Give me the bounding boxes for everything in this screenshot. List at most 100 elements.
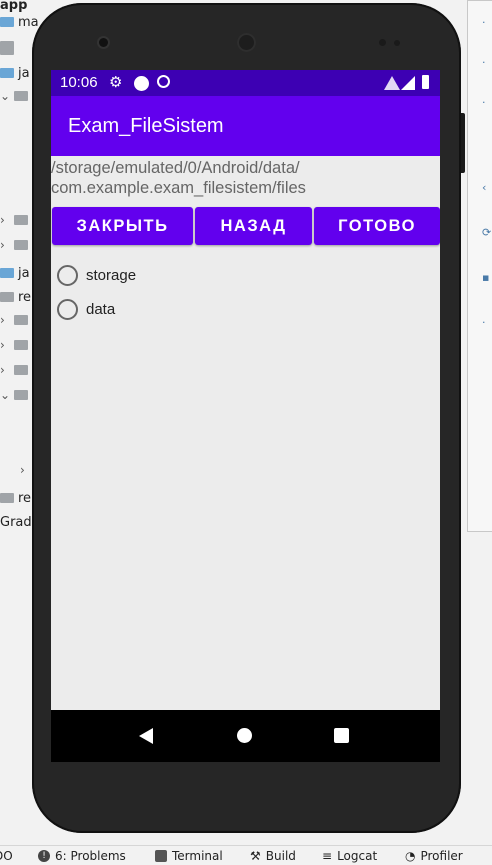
terminal-icon (155, 850, 167, 862)
chevron-right-icon[interactable]: › (20, 463, 30, 477)
chevron-down-icon[interactable]: ⌄ (0, 89, 10, 103)
ide-tool-window-bar: DO ! 6: Problems Terminal ⚒ Build ≡ Logc… (0, 845, 492, 865)
logcat-label: Logcat (337, 849, 378, 863)
folder-icon (0, 17, 14, 27)
front-camera (99, 38, 108, 47)
logcat-tab[interactable]: ≡ Logcat (322, 849, 377, 863)
tree-item-label: ma (18, 14, 39, 30)
folder-icon (14, 390, 28, 400)
folder-icon (0, 493, 14, 503)
tree-item-main[interactable]: ma (0, 12, 39, 32)
app-title: Exam_FileSistem (68, 115, 224, 137)
chevron-right-icon[interactable]: › (0, 213, 10, 227)
terminal-label: Terminal (172, 849, 223, 863)
tree-item-res2[interactable]: re (0, 488, 31, 508)
tree-item-res-sub[interactable]: › (0, 335, 28, 355)
todo-label: DO (0, 849, 13, 863)
toolbar-icon[interactable]: ⟳ (482, 226, 492, 239)
tree-item-label: app (0, 0, 28, 13)
app-toolbar: Exam_FileSistem (51, 96, 440, 156)
tree-item-label: ja (18, 265, 30, 281)
radio-label: storage (86, 266, 137, 284)
folder-icon (0, 68, 14, 78)
action-buttons: ЗАКРЫТЬ НАЗАД ГОТОВО (52, 207, 440, 245)
radio-label: data (86, 300, 116, 318)
logcat-icon: ≡ (322, 849, 333, 863)
terminal-tab[interactable]: Terminal (155, 849, 223, 863)
todo-tab[interactable]: DO (0, 849, 13, 863)
battery-icon (422, 75, 429, 89)
toolbar-icon[interactable]: · (482, 56, 492, 69)
radio-button-icon[interactable] (57, 264, 78, 286)
problems-tab[interactable]: ! 6: Problems (38, 849, 126, 863)
tree-item-package[interactable]: › (0, 210, 28, 230)
device-screen: 10:06 ⚙ Exam_FileSistem /storage/emulate… (51, 70, 440, 762)
chevron-right-icon[interactable]: › (0, 313, 10, 327)
tree-item-label: ja (18, 65, 30, 81)
path-line: com.example.exam_filesistem/files (51, 179, 306, 197)
profiler-tab[interactable]: ◔ Profiler (405, 849, 463, 863)
cell-signal-icon (401, 76, 415, 90)
sync-icon (157, 75, 170, 88)
manifest-file-icon (0, 41, 14, 55)
power-button[interactable] (461, 113, 465, 173)
tree-item-package[interactable]: › (0, 235, 28, 255)
folder-icon (14, 315, 28, 325)
settings-gear-icon: ⚙ (109, 74, 123, 91)
toolbar-icon[interactable]: ‹ (482, 181, 492, 194)
radio-item-storage[interactable]: storage (57, 258, 437, 292)
ide-side-toolbar: · · · ‹ ⟳ ▪ · (467, 0, 492, 532)
toolbar-icon[interactable]: ▪ (482, 271, 492, 284)
android-status-bar: 10:06 ⚙ (51, 70, 440, 96)
folder-icon (0, 292, 14, 302)
build-tab[interactable]: ⚒ Build (250, 849, 296, 863)
build-label: Build (265, 849, 296, 863)
profiler-icon: ◔ (405, 849, 416, 863)
done-button[interactable]: ГОТОВО (314, 207, 440, 245)
current-path: /storage/emulated/0/Android/data/ com.ex… (51, 158, 440, 198)
directory-radio-group: storage data (57, 258, 437, 326)
tree-item-res[interactable]: re (0, 287, 31, 307)
notification-dot-icon (134, 76, 149, 91)
package-icon (14, 91, 28, 101)
tree-item-gradle[interactable]: Gradl (0, 512, 35, 532)
earpiece-speaker (237, 33, 256, 52)
chevron-right-icon[interactable]: › (0, 363, 10, 377)
radio-item-data[interactable]: data (57, 292, 437, 326)
tree-item-res-sub[interactable]: › (0, 310, 28, 330)
path-line: /storage/emulated/0/Android/data/ (51, 159, 300, 177)
nav-recents-icon[interactable] (334, 728, 349, 743)
tree-item-manifest[interactable] (0, 38, 14, 58)
back-button[interactable]: НАЗАД (195, 207, 312, 245)
toolbar-icon[interactable]: · (482, 316, 492, 329)
light-sensor (394, 40, 400, 46)
chevron-right-icon[interactable]: › (0, 238, 10, 252)
radio-button-icon[interactable] (57, 298, 78, 320)
folder-icon (0, 268, 14, 278)
toolbar-icon[interactable]: · (482, 16, 492, 29)
tree-item-label: re (18, 289, 32, 305)
tree-item-label: re (18, 490, 32, 506)
wifi-icon (384, 76, 400, 90)
proximity-sensor (379, 39, 386, 46)
problems-icon: ! (38, 850, 50, 862)
hammer-icon: ⚒ (250, 849, 261, 863)
tree-item-res-sub[interactable]: ⌄ (0, 385, 28, 405)
nav-back-icon[interactable] (139, 728, 153, 744)
chevron-down-icon[interactable]: ⌄ (0, 388, 10, 402)
tree-item-package[interactable]: ⌄ (0, 86, 28, 106)
toolbar-icon[interactable]: · (482, 96, 492, 109)
profiler-label: Profiler (420, 849, 463, 863)
close-button[interactable]: ЗАКРЫТЬ (52, 207, 193, 245)
tree-item-res-sub[interactable]: › (0, 360, 28, 380)
tree-item-java[interactable]: ja (0, 63, 30, 83)
nav-home-icon[interactable] (237, 728, 252, 743)
tree-item-java-generated[interactable]: ja (0, 263, 30, 283)
chevron-right-icon[interactable]: › (0, 338, 10, 352)
status-time: 10:06 (60, 74, 98, 91)
tree-item-label: Gradl (0, 514, 36, 530)
folder-icon (14, 340, 28, 350)
problems-label: 6: Problems (55, 849, 126, 863)
tree-item-res-sub[interactable]: › (20, 460, 30, 480)
package-icon (14, 215, 28, 225)
